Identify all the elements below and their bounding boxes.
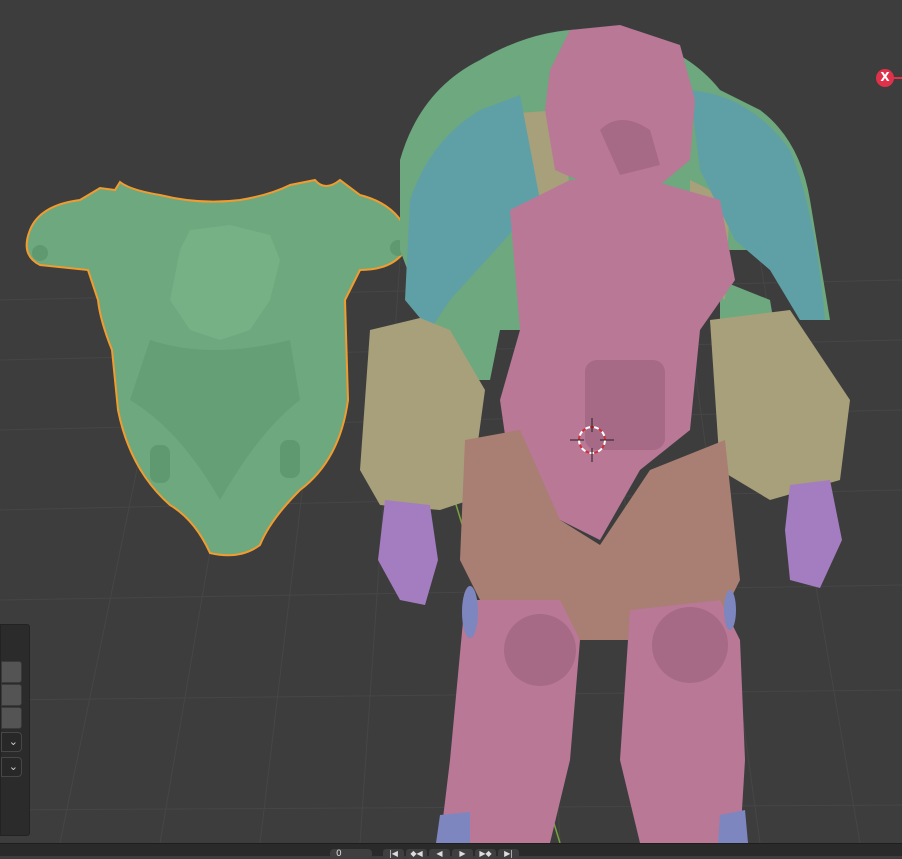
play-reverse-icon[interactable]: ◀ [429,849,450,859]
next-keyframe-icon[interactable]: ▶◆ [475,849,496,859]
chevron-down-icon: ⌄ [8,735,18,748]
playback-controls: |◀ ◆◀ ◀ ▶ ▶◆ ▶| [383,849,519,859]
current-frame-field[interactable]: 0 [330,849,372,859]
panel-dropdown-2[interactable]: ⌄ [1,757,22,777]
jump-end-icon[interactable]: ▶| [498,849,519,859]
operator-panel[interactable]: ⌄ ⌄ [0,624,30,836]
panel-value-field-3[interactable] [1,707,22,729]
panel-dropdown-1[interactable]: ⌄ [1,732,22,752]
panel-value-field-1[interactable] [1,661,22,683]
x-axis-gizmo-icon[interactable]: X [876,69,894,87]
3d-viewport[interactable]: X [0,0,902,843]
prev-keyframe-icon[interactable]: ◆◀ [406,849,427,859]
viewport-scene[interactable] [0,0,902,843]
play-icon[interactable]: ▶ [452,849,473,859]
x-axis-gizmo-line [893,77,902,79]
jump-start-icon[interactable]: |◀ [383,849,404,859]
panel-value-field-2[interactable] [1,684,22,706]
chevron-down-icon: ⌄ [8,760,18,773]
